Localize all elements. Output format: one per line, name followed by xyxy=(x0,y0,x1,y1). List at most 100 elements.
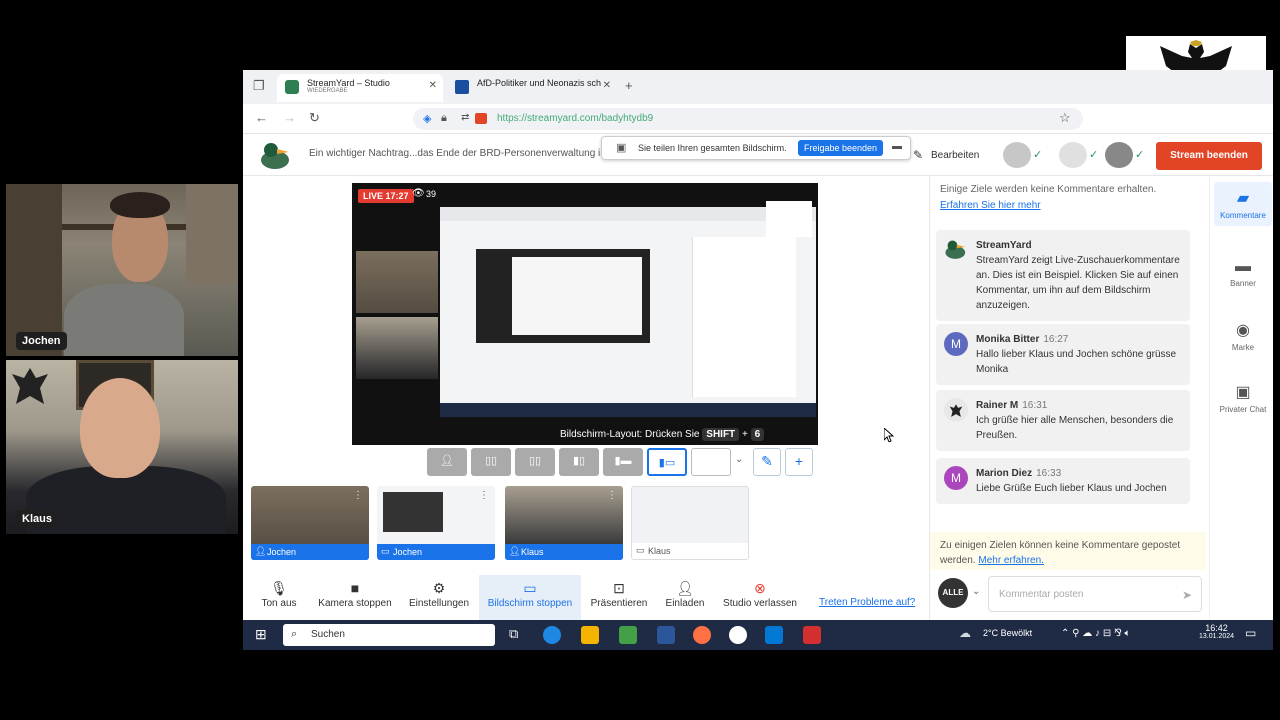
rail-private-chat[interactable]: ▣ Privater Chat xyxy=(1214,382,1272,414)
comment-text: Ich grüße hier alle Menschen, besonders … xyxy=(976,415,1174,441)
task-view-icon[interactable]: ⧉ xyxy=(509,626,518,642)
acrobat-icon[interactable] xyxy=(803,626,821,644)
stop-camera-button[interactable]: ■ Kamera stoppen xyxy=(313,575,397,621)
comment-item[interactable]: StreamYard StreamYard zeigt Live-Zuschau… xyxy=(936,230,1190,321)
person-icon: 👤︎ xyxy=(255,546,267,556)
comment-target-selector[interactable]: ALLE xyxy=(938,578,968,608)
participant-thumb-jochen-screen[interactable]: ⋮ ▭ Jochen xyxy=(377,486,495,560)
send-icon[interactable]: ➤ xyxy=(1182,588,1192,602)
leave-studio-label: Studio verlassen xyxy=(723,598,797,609)
share-banner-text: Sie teilen Ihren gesamten Bildschirm. xyxy=(638,143,787,153)
person-icon: 👤︎ xyxy=(509,546,521,556)
destination-facebook-avatar[interactable] xyxy=(1003,142,1031,168)
participant-thumb-klaus-cam[interactable]: ⋮ 👤︎ Klaus xyxy=(505,486,623,560)
comment-input[interactable]: Kommentar posten xyxy=(988,576,1202,612)
taskbar-search[interactable]: ⌕ Suchen xyxy=(283,624,495,646)
lock-icon[interactable]: 🔒︎ xyxy=(441,112,447,125)
yandex-icon[interactable] xyxy=(729,626,747,644)
present-button[interactable]: ⊡ Präsentieren xyxy=(585,575,653,621)
layout-leader-button[interactable]: ▮▯ xyxy=(559,448,599,476)
shield-icon[interactable]: ◈ xyxy=(423,112,431,125)
notifications-icon[interactable]: ▭ xyxy=(1245,626,1256,640)
settings-button[interactable]: ⚙ Einstellungen xyxy=(405,575,473,621)
chevron-down-icon[interactable]: ⌄ xyxy=(972,586,980,597)
more-options-icon[interactable]: ⋮ xyxy=(607,490,617,501)
forward-icon[interactable]: → xyxy=(283,110,296,125)
edit-layout-button[interactable]: ✎ xyxy=(753,448,781,476)
rail-label: Kommentare xyxy=(1220,211,1266,220)
hide-banner-icon[interactable]: ▬ xyxy=(892,141,902,152)
mail-icon[interactable] xyxy=(765,626,783,644)
tab-news[interactable]: AfD-Politiker und Neonazis sch ✕ xyxy=(447,74,617,102)
comment-text: StreamYard zeigt Live-Zuschauerkommentar… xyxy=(976,255,1180,311)
back-icon[interactable]: ← xyxy=(255,110,268,125)
more-info-link[interactable]: Mehr erfahren. xyxy=(978,555,1044,566)
layout-thin-button[interactable]: ▯▯ xyxy=(471,448,511,476)
check-icon: ✓ xyxy=(1089,149,1099,161)
comment-author: Marion Diez xyxy=(976,468,1033,479)
new-tab-icon[interactable]: + xyxy=(625,78,633,93)
eagle-flag-icon xyxy=(10,364,50,410)
stop-sharing-button[interactable]: Freigabe beenden xyxy=(798,140,884,156)
microphone-icon: 🎙︎ xyxy=(270,580,288,596)
firefox-icon[interactable] xyxy=(693,626,711,644)
comment-author: StreamYard xyxy=(976,240,1032,251)
search-label: Suchen xyxy=(311,629,345,640)
participant-thumb-jochen-cam[interactable]: ⋮ 👤︎ Jochen xyxy=(251,486,369,560)
rail-banner[interactable]: ▬ Banner xyxy=(1214,258,1272,288)
destination-custom-avatar[interactable] xyxy=(1105,142,1133,168)
screen-share-indicator-icon[interactable] xyxy=(475,113,487,124)
url-field[interactable]: ◈ 🔒︎ ⇄ https://streamyard.com/badyhtydb9 xyxy=(413,108,1083,130)
thumb-name: Jochen xyxy=(393,547,423,557)
weather-text[interactable]: 2°C Bewölkt xyxy=(983,628,1032,638)
layout-sidebar-button[interactable]: ▮▬ xyxy=(603,448,643,476)
layout-group-button[interactable]: ▯▯ xyxy=(515,448,555,476)
close-tab-icon[interactable]: ✕ xyxy=(603,80,611,91)
stop-screen-label: Bildschirm stoppen xyxy=(487,598,573,609)
end-stream-button[interactable]: Stream beenden xyxy=(1156,142,1262,170)
streamyard-favicon-icon xyxy=(285,80,299,94)
problems-link[interactable]: Treten Probleme auf? xyxy=(819,597,915,608)
comment-item[interactable]: Rainer M 16:31 Ich grüße hier alle Mensch… xyxy=(936,390,1190,451)
participant-thumb-klaus-screen[interactable]: ▭ Klaus xyxy=(631,486,749,560)
mute-button[interactable]: 🎙︎ Ton aus xyxy=(253,575,305,621)
edit-button[interactable]: Bearbeiten xyxy=(931,150,979,161)
windows-start-icon[interactable]: ⊞ xyxy=(255,626,267,643)
rail-brand[interactable]: ◉ Marke xyxy=(1214,320,1272,352)
permissions-icon[interactable]: ⇄ xyxy=(461,112,469,123)
clock[interactable]: 16:42 13.01.2024 xyxy=(1199,623,1234,640)
destination-eagle-avatar[interactable] xyxy=(1059,142,1087,168)
add-layout-button[interactable]: + xyxy=(785,448,813,476)
invite-button[interactable]: 👤︎ Einladen xyxy=(659,575,711,621)
tray-icons[interactable]: ⌃ ⚲ ☁ ♪ ⊟ ⅋ 🔈︎ xyxy=(1061,628,1131,639)
tab-overview-icon[interactable]: ❐ xyxy=(253,78,265,94)
comment-author: Monika Bitter xyxy=(976,334,1040,345)
comment-item[interactable]: M Monika Bitter 16:27 Hallo lieber Klaus … xyxy=(936,324,1190,385)
leave-studio-button[interactable]: ⊗ Studio verlassen xyxy=(717,575,803,621)
comment-item[interactable]: M Marion Diez 16:33 Liebe Grüße Euch lieb… xyxy=(936,458,1190,504)
layout-screen-button[interactable]: ▮▭ xyxy=(647,448,687,476)
tab-title: AfD-Politiker und Neonazis sch xyxy=(477,78,602,88)
word-icon[interactable] xyxy=(657,626,675,644)
thumb-label: 👤︎ Klaus xyxy=(505,544,623,560)
more-options-icon[interactable]: ⋮ xyxy=(479,490,489,501)
more-options-icon[interactable]: ⋮ xyxy=(353,490,363,501)
bookmark-star-icon[interactable]: ☆ xyxy=(1059,110,1071,126)
close-tab-icon[interactable]: ✕ xyxy=(429,80,437,91)
stop-screen-button[interactable]: ▭ Bildschirm stoppen xyxy=(479,575,581,621)
clock-date: 13.01.2024 xyxy=(1199,633,1235,640)
layout-solo-button[interactable]: 👤︎ xyxy=(427,448,467,476)
learn-more-link[interactable]: Erfahren Sie hier mehr xyxy=(940,200,1200,211)
tab-streamyard[interactable]: StreamYard – Studio WIEDERGABE ✕ xyxy=(277,74,443,102)
reload-icon[interactable]: ↻ xyxy=(309,110,320,126)
broadcast-stage[interactable]: LIVE 17:27 👁︎ 39 Bildschirm-Layout: Drüc… xyxy=(352,183,818,445)
thumb-label: 👤︎ Jochen xyxy=(251,544,369,560)
layout-fullscreen-button[interactable] xyxy=(691,448,731,476)
rail-label: Marke xyxy=(1231,343,1255,352)
stage-cam-klaus xyxy=(356,317,438,379)
edge-icon[interactable] xyxy=(543,626,561,644)
file-explorer-icon[interactable] xyxy=(581,626,599,644)
rail-comments[interactable]: ▰ Kommentare xyxy=(1214,182,1272,226)
chevron-down-icon[interactable]: ⌄ xyxy=(735,454,743,465)
store-icon[interactable] xyxy=(619,626,637,644)
